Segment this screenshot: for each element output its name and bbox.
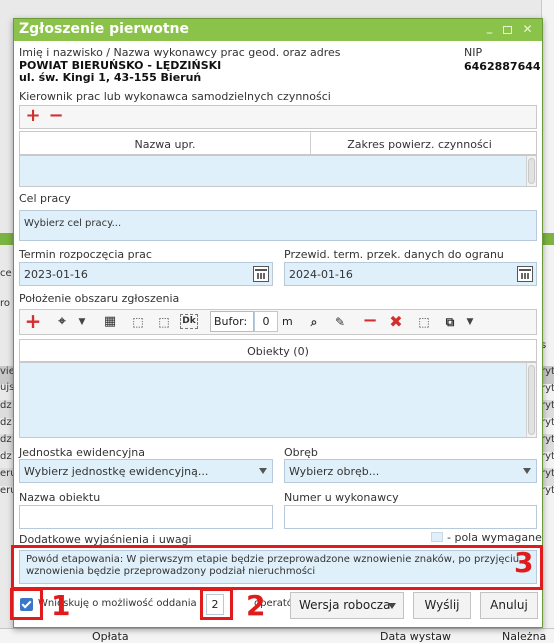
scrollbar[interactable]	[526, 156, 536, 186]
end-date-label: Przewid. term. przek. danych do ogranu	[284, 248, 504, 261]
bg-cell: dz	[0, 417, 12, 428]
minimize-icon[interactable]: _	[484, 22, 495, 33]
dialog-title: Zgłoszenie pierwotne	[19, 21, 190, 37]
select-icon[interactable]: ⬚	[414, 313, 434, 331]
executor-number-input[interactable]	[284, 505, 537, 529]
copy-icon[interactable]: ⧉	[440, 313, 460, 331]
manager-grid-header: Nazwa upr. Zakres powierz. czynności	[19, 131, 537, 155]
close-icon[interactable]: ✕	[522, 23, 533, 35]
maximize-icon[interactable]	[503, 26, 512, 34]
cancel-button[interactable]: Anuluj	[480, 592, 538, 619]
annotation-number-1: 1	[51, 589, 71, 622]
chevron-down-icon[interactable]	[388, 603, 396, 609]
required-swatch	[431, 532, 443, 542]
add-icon[interactable]: +	[23, 107, 43, 125]
bg-cell: ce	[0, 268, 12, 279]
start-date-label: Termin rozpoczęcia prac	[19, 248, 152, 261]
background-table-header: Opłata Data wystaw Należna	[0, 628, 554, 643]
executor-number-label: Numer u wykonawcy	[284, 491, 399, 504]
scrollbar[interactable]	[526, 363, 536, 437]
nip-value: 6462887644	[464, 60, 541, 73]
objects-header: Obiekty (0)	[19, 339, 537, 362]
buffer-input[interactable]: 0	[254, 311, 278, 332]
required-legend: - pola wymagane	[447, 531, 542, 544]
purpose-select[interactable]: Wybierz cel pracy...	[19, 210, 537, 241]
draw-tool-icon[interactable]: ⌖	[52, 313, 72, 331]
bg-cell: ro	[0, 298, 11, 309]
annotation-box-2	[200, 588, 233, 620]
bg-cell: eru	[0, 485, 14, 496]
annotation-box-1	[10, 588, 43, 620]
objects-header-label: Obiekty (0)	[247, 345, 309, 358]
unit-placeholder: Wybierz jednostkę ewidencyjną...	[24, 465, 209, 478]
purpose-label: Cel pracy	[19, 192, 71, 205]
bg-cell: dz	[0, 451, 12, 462]
delete-icon[interactable]: ✖	[386, 313, 406, 331]
end-date-field[interactable]: 2024-01-16	[284, 262, 537, 286]
bg-col-header: Data wystaw	[380, 630, 452, 643]
chevron-down-icon[interactable]	[523, 468, 531, 474]
unit-select[interactable]: Wybierz jednostkę ewidencyjną...	[19, 459, 273, 483]
bg-cell: dz	[0, 434, 14, 452]
executor-label: Imię i nazwisko / Nazwa wykonawcy prac g…	[19, 46, 341, 59]
bg-col-header: Opłata	[92, 630, 129, 643]
edit-shape-icon[interactable]: ✎	[330, 313, 350, 331]
bg-cell: eru	[0, 468, 14, 486]
merge-icon[interactable]: ⬚	[154, 313, 174, 331]
start-date-field[interactable]: 2023-01-16	[19, 262, 273, 286]
chevron-down-icon[interactable]: ▼	[460, 313, 480, 331]
end-date-value: 2024-01-16	[289, 268, 353, 281]
bg-cell: ujs	[0, 382, 14, 393]
remove-icon[interactable]: −	[360, 312, 380, 331]
bg-col-header: Należna	[502, 630, 547, 643]
dialog-titlebar[interactable]: Zgłoszenie pierwotne _ ✕	[14, 19, 542, 41]
calendar-icon[interactable]	[517, 266, 533, 282]
executor-address: ul. św. Kingi 1, 43-155 Bieruń	[19, 71, 202, 84]
buffer-unit: m	[282, 315, 293, 328]
manager-label: Kierownik prac lub wykonawca samodzielny…	[19, 90, 331, 103]
version-dropdown[interactable]: Wersja robocza	[290, 592, 404, 619]
zoom-area-icon[interactable]: ⌕	[304, 313, 324, 331]
table-icon[interactable]: ▦	[100, 313, 120, 331]
annotation-number-2: 2	[246, 589, 266, 622]
object-name-label: Nazwa obiektu	[19, 491, 101, 504]
dk-icon[interactable]: Dk	[180, 314, 198, 329]
manager-toolbar: + −	[19, 105, 537, 129]
col-scope[interactable]: Zakres powierz. czynności	[311, 138, 528, 151]
split-icon[interactable]: ⬚	[128, 313, 148, 331]
bg-cell: dz	[0, 400, 14, 418]
buffer-button[interactable]: Bufor:	[210, 311, 254, 332]
chevron-down-icon[interactable]	[259, 468, 267, 474]
start-date-value: 2023-01-16	[24, 268, 88, 281]
precinct-placeholder: Wybierz obręb...	[289, 465, 380, 478]
chevron-down-icon[interactable]: ▼	[72, 313, 92, 331]
col-qualification[interactable]: Nazwa upr.	[20, 138, 310, 151]
unit-label: Jednostka ewidencyjna	[19, 446, 146, 459]
precinct-select[interactable]: Wybierz obręb...	[284, 459, 537, 483]
version-label: Wersja robocza	[299, 598, 391, 612]
precinct-label: Obręb	[284, 446, 318, 459]
area-toolbar: + ⌖ ▼ ▦ ⬚ ⬚ Dk Bufor: 0 m ⌕ ✎ − ✖ ⬚ ⧉ ▼	[19, 309, 537, 335]
objects-grid-body	[19, 362, 537, 438]
calendar-icon[interactable]	[253, 266, 269, 282]
send-button[interactable]: Wyślij	[413, 592, 471, 619]
manager-grid-body	[19, 155, 537, 187]
annotation-box-3	[11, 545, 543, 590]
area-label: Położenie obszaru zgłoszenia	[19, 292, 180, 305]
submission-dialog: Zgłoszenie pierwotne _ ✕ Imię i nazwisko…	[13, 18, 543, 628]
background-green-bar	[0, 233, 14, 245]
add-icon[interactable]: +	[23, 311, 43, 331]
annotation-number-3: 3	[514, 546, 534, 579]
object-name-input[interactable]	[19, 505, 273, 529]
remove-icon[interactable]: −	[46, 107, 66, 125]
nip-label: NIP	[464, 46, 483, 59]
